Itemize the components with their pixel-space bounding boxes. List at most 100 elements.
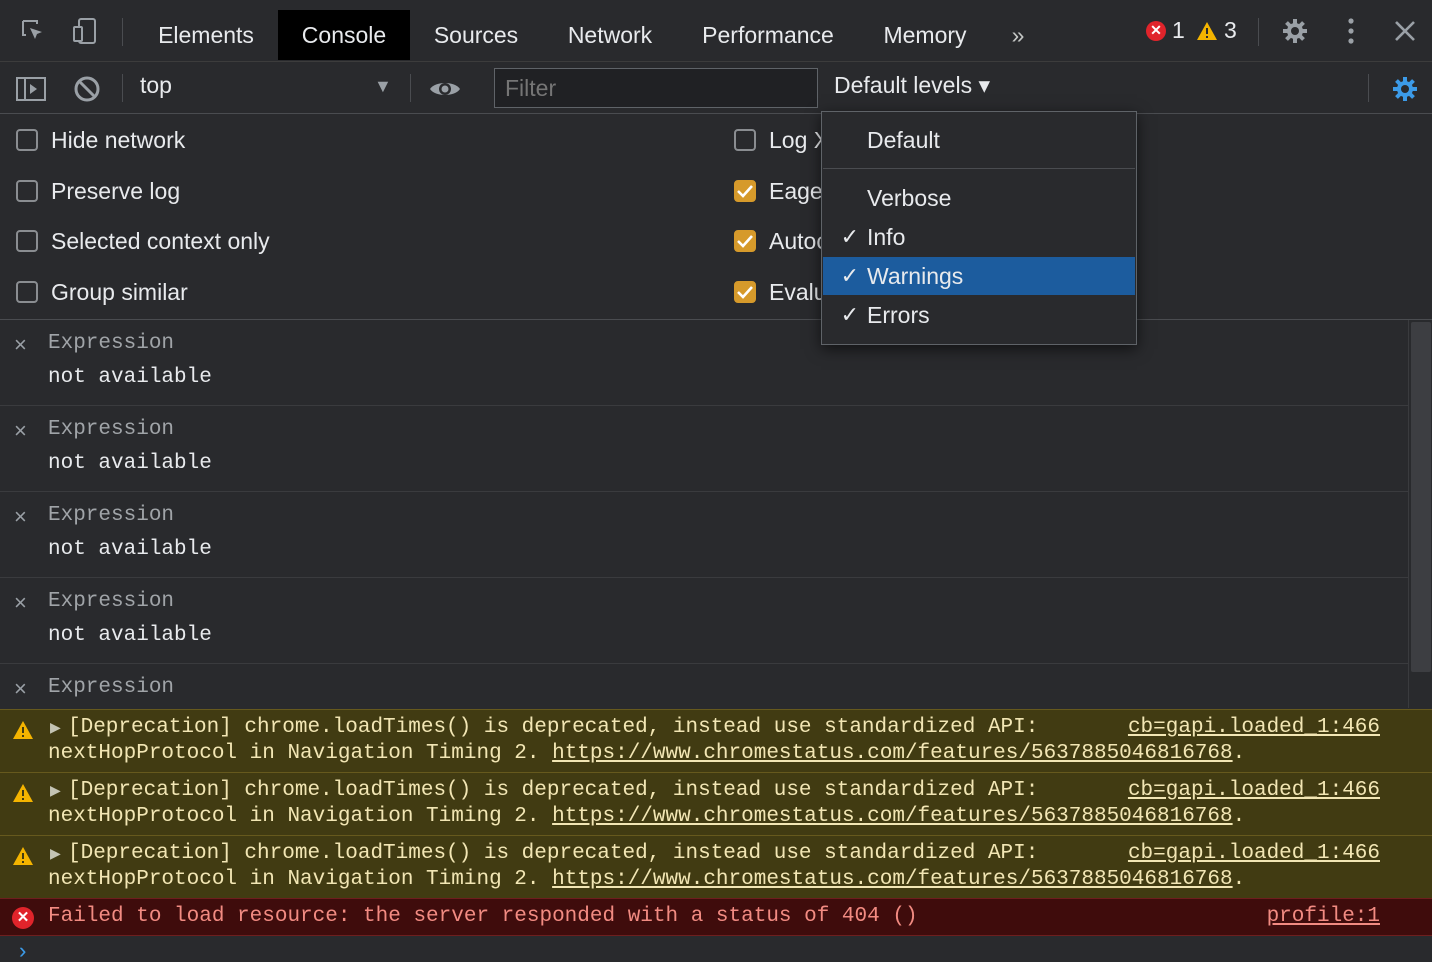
checkbox-checked-icon[interactable] — [734, 281, 756, 303]
warning-icon — [13, 847, 33, 865]
chevron-down-icon[interactable]: ▼ — [374, 76, 392, 97]
more-options-icon[interactable] — [1334, 14, 1368, 48]
tab-elements[interactable]: Elements — [144, 10, 268, 60]
expressions-scrollbar[interactable] — [1408, 320, 1432, 708]
group-similar-checkbox[interactable]: Group similar — [16, 277, 188, 307]
context-selector[interactable]: top — [140, 72, 172, 99]
checkmark-icon: ✓ — [840, 302, 859, 327]
console-prompt[interactable]: › — [16, 940, 29, 962]
option-label: Group similar — [51, 278, 188, 305]
checkbox-checked-icon[interactable] — [734, 180, 756, 202]
live-expression: × Expression not available — [0, 406, 1408, 492]
warning-message: ▶ [Deprecation] chrome.loadTimes() is de… — [0, 772, 1432, 835]
tab-performance[interactable]: Performance — [688, 10, 848, 60]
remove-expression-icon[interactable]: × — [14, 676, 27, 702]
sidebar-toggle-icon[interactable] — [14, 72, 48, 106]
checkbox-checked-icon[interactable] — [734, 230, 756, 252]
expression-value: not available — [48, 452, 212, 475]
chromestatus-link[interactable]: https://www.chromestatus.com/features/56… — [552, 805, 1233, 828]
prompt-chevron-icon: › — [16, 940, 30, 962]
expression-value: not available — [48, 538, 212, 561]
selected-context-only-checkbox[interactable]: Selected context only — [16, 226, 270, 256]
source-link[interactable]: cb=gapi.loaded_1:466 — [1128, 715, 1380, 741]
remove-expression-icon[interactable]: × — [14, 590, 27, 616]
console-toolbar: top ▼ Default levels ▾ — [0, 62, 1432, 114]
hide-network-checkbox[interactable]: Hide network — [16, 125, 185, 155]
chromestatus-link[interactable]: https://www.chromestatus.com/features/56… — [552, 742, 1233, 765]
expression-name[interactable]: Expression — [48, 418, 174, 441]
expand-triangle-icon[interactable]: ▶ — [50, 842, 61, 868]
live-expression-eye-icon[interactable] — [428, 72, 462, 106]
tab-sources[interactable]: Sources — [420, 10, 532, 60]
tab-console[interactable]: Console — [278, 10, 410, 60]
tab-label: Performance — [702, 21, 834, 48]
option-label: Autoc — [769, 227, 828, 254]
menu-item-verbose[interactable]: Verbose — [823, 179, 1135, 217]
menu-item-label: Errors — [867, 301, 930, 328]
log-levels-dropdown[interactable]: Default levels ▾ — [834, 72, 990, 99]
tab-network[interactable]: Network — [552, 10, 668, 60]
console-settings-gear-icon[interactable] — [1388, 72, 1422, 106]
menu-item-label: Warnings — [867, 262, 964, 289]
source-link[interactable]: cb=gapi.loaded_1:466 — [1128, 841, 1380, 867]
tab-label: Sources — [433, 21, 519, 48]
checkbox-icon[interactable] — [734, 129, 756, 151]
expand-triangle-icon[interactable]: ▶ — [50, 779, 61, 805]
menu-item-info[interactable]: ✓ Info — [823, 218, 1135, 256]
source-link[interactable]: profile:1 — [1267, 904, 1380, 930]
checkbox-icon[interactable] — [16, 281, 38, 303]
log-levels-menu: Default Verbose ✓ Info ✓ Warnings ✓ Erro… — [821, 111, 1137, 345]
option-label: Selected context only — [51, 227, 270, 254]
preserve-log-checkbox[interactable]: Preserve log — [16, 176, 180, 206]
menu-item-errors[interactable]: ✓ Errors — [823, 296, 1135, 334]
filter-input[interactable] — [494, 68, 818, 108]
clear-console-icon[interactable] — [70, 72, 104, 106]
checkbox-icon[interactable] — [16, 180, 38, 202]
checkbox-icon[interactable] — [16, 129, 38, 151]
message-text-line2: nextHopProtocol in Navigation Timing 2. … — [48, 804, 1245, 830]
checkmark-icon: ✓ — [840, 224, 859, 249]
remove-expression-icon[interactable]: × — [14, 504, 27, 530]
source-link[interactable]: cb=gapi.loaded_1:466 — [1128, 778, 1380, 804]
divider — [1368, 74, 1369, 102]
tab-label: Console — [301, 21, 387, 48]
more-tabs-icon[interactable]: » — [998, 10, 1038, 60]
chromestatus-link[interactable]: https://www.chromestatus.com/features/56… — [552, 868, 1233, 891]
menu-item-label: Default — [867, 126, 940, 153]
expression-name[interactable]: Expression — [48, 590, 174, 613]
expression-name[interactable]: Expression — [48, 504, 174, 527]
error-count: 1 — [1172, 17, 1185, 43]
device-toolbar-icon[interactable] — [68, 14, 102, 48]
autocomplete-checkbox[interactable]: Autoc — [734, 226, 828, 256]
live-expressions-list: × Expression not available × Expression … — [0, 320, 1408, 708]
message-text: nextHopProtocol in Navigation Timing 2. — [48, 868, 553, 891]
tab-label: Elements — [158, 21, 254, 48]
error-icon: ✕ — [12, 907, 34, 929]
evaluate-triggers-checkbox[interactable]: Evalu — [734, 277, 827, 307]
eager-evaluation-checkbox[interactable]: Eage — [734, 176, 823, 206]
message-text: [Deprecation] chrome.loadTimes() is depr… — [68, 842, 1039, 865]
live-expression: × Expression not available — [0, 320, 1408, 406]
remove-expression-icon[interactable]: × — [14, 418, 27, 444]
log-xmlhttprequests-checkbox[interactable]: Log X — [734, 125, 829, 155]
menu-item-warnings[interactable]: ✓ Warnings — [823, 257, 1135, 295]
settings-gear-icon[interactable] — [1278, 14, 1312, 48]
close-icon[interactable] — [1388, 14, 1422, 48]
remove-expression-icon[interactable]: × — [14, 332, 27, 358]
warning-count-badge[interactable]: 3 — [1196, 17, 1237, 44]
checkbox-icon[interactable] — [16, 230, 38, 252]
message-text: nextHopProtocol in Navigation Timing 2. — [48, 742, 553, 765]
scrollbar-thumb[interactable] — [1411, 322, 1431, 672]
warning-count: 3 — [1224, 17, 1237, 43]
expression-name[interactable]: Expression — [48, 676, 174, 699]
menu-item-default[interactable]: Default — [823, 121, 1135, 159]
expression-name[interactable]: Expression — [48, 332, 174, 355]
message-text: [Deprecation] chrome.loadTimes() is depr… — [68, 779, 1039, 802]
error-count-badge[interactable]: ✕ 1 — [1146, 17, 1185, 44]
warning-message: ▶ [Deprecation] chrome.loadTimes() is de… — [0, 835, 1432, 898]
tab-memory[interactable]: Memory — [870, 10, 980, 60]
warning-icon — [1197, 21, 1217, 40]
message-text: nextHopProtocol in Navigation Timing 2. — [48, 805, 553, 828]
expand-triangle-icon[interactable]: ▶ — [50, 716, 61, 742]
inspect-element-icon[interactable] — [16, 14, 50, 48]
